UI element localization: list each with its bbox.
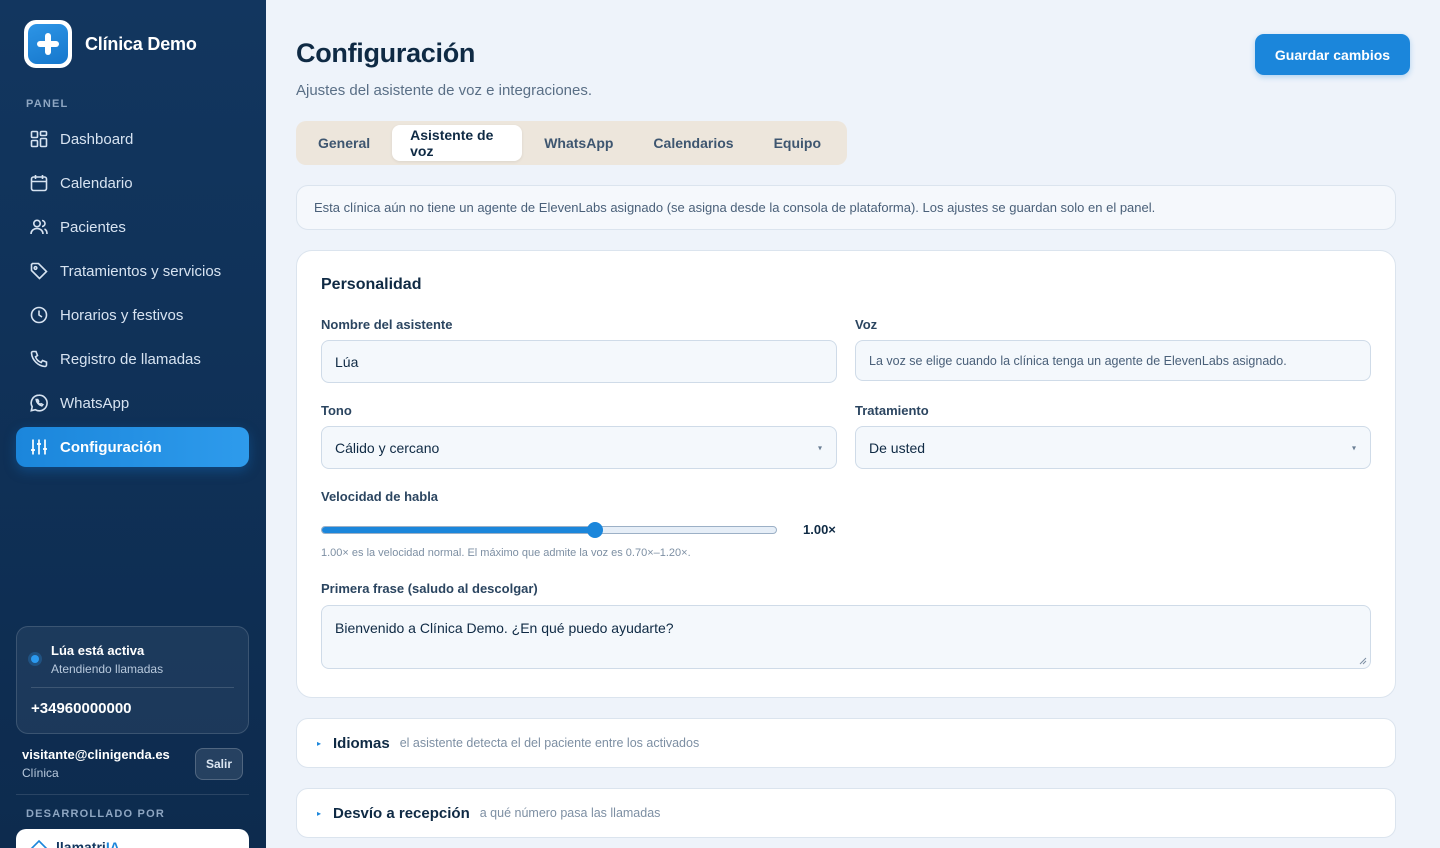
tone-select[interactable]: Cálido y cercano ▾ xyxy=(321,426,837,469)
tab-general[interactable]: General xyxy=(300,125,388,161)
treatment-select-value: De usted xyxy=(869,439,926,456)
sidebar-item-label: Calendario xyxy=(60,174,133,192)
tab-calendars[interactable]: Calendarios xyxy=(635,125,751,161)
tab-team[interactable]: Equipo xyxy=(756,125,839,161)
voice-label: Voz xyxy=(855,317,878,332)
save-button[interactable]: Guardar cambios xyxy=(1255,34,1410,75)
sidebar-item-settings[interactable]: Configuración xyxy=(16,427,249,467)
page-title: Configuración xyxy=(296,38,476,68)
whatsapp-icon xyxy=(30,394,48,412)
speech-speed-hint: 1.00× es la velocidad normal. El máximo … xyxy=(321,547,691,559)
sidebar-item-label: Dashboard xyxy=(60,130,134,148)
tone-select-value: Cálido y cercano xyxy=(335,439,440,456)
chevron-down-icon: ▾ xyxy=(1351,443,1356,452)
assistant-phone-number: +34960000000 xyxy=(31,700,132,717)
section-title: Personalidad xyxy=(321,276,422,293)
sidebar-item-call-log[interactable]: Registro de llamadas xyxy=(16,339,249,379)
tab-voice-assistant[interactable]: Asistente de voz xyxy=(392,125,523,161)
sidebar-nav: Dashboard Calendario Pacientes Tratamien… xyxy=(16,119,249,471)
caret-right-icon: ▸ xyxy=(317,808,322,818)
medical-cross-icon xyxy=(28,24,68,64)
section-title: Desvío a recepción xyxy=(333,804,470,822)
developed-by-label: DESARROLLADO POR xyxy=(26,808,165,820)
languages-section[interactable]: ▸ Idiomas el asistente detecta el del pa… xyxy=(296,718,1396,768)
nav-section-label: PANEL xyxy=(26,98,69,110)
greeting-text: Bienvenido a Clínica Demo. ¿En qué puedo… xyxy=(335,620,674,636)
clinic-name: Clínica Demo xyxy=(85,33,197,54)
dashboard-icon xyxy=(30,130,48,148)
user-email: visitante@clinigenda.es xyxy=(22,747,170,762)
divider xyxy=(16,794,249,795)
personality-card: Personalidad Nombre del asistente Lúa Vo… xyxy=(296,250,1396,698)
phone-icon xyxy=(30,350,48,368)
treatment-label: Tratamiento xyxy=(855,403,929,418)
sidebar: Clínica Demo PANEL Dashboard Calendario … xyxy=(0,0,266,848)
developer-name: llamatriIA xyxy=(56,839,120,848)
treatment-select[interactable]: De usted ▾ xyxy=(855,426,1371,469)
assistant-name-label: Nombre del asistente xyxy=(321,317,453,332)
sliders-icon xyxy=(31,439,47,455)
sidebar-item-schedules[interactable]: Horarios y festivos xyxy=(16,295,249,335)
chevron-down-icon: ▾ xyxy=(817,443,822,452)
voice-field: La voz se elige cuando la clínica tenga … xyxy=(855,340,1371,381)
speech-speed-slider[interactable] xyxy=(321,526,777,534)
section-subtitle: a qué número pasa las llamadas xyxy=(479,806,661,820)
tone-label: Tono xyxy=(321,403,352,418)
sidebar-item-dashboard[interactable]: Dashboard xyxy=(16,119,249,159)
calendar-icon xyxy=(30,175,48,192)
status-title: Lúa está activa xyxy=(51,643,145,658)
info-notice: Esta clínica aún no tiene un agente de E… xyxy=(296,185,1396,230)
sidebar-item-calendar[interactable]: Calendario xyxy=(16,163,249,203)
section-title: Idiomas xyxy=(333,734,390,752)
page-subtitle: Ajustes del asistente de voz e integraci… xyxy=(296,82,593,99)
assistant-status-card: Lúa está activa Atendiendo llamadas +349… xyxy=(16,626,249,734)
tab-whatsapp[interactable]: WhatsApp xyxy=(526,125,631,161)
users-icon xyxy=(30,219,48,235)
slider-fill xyxy=(322,527,595,533)
tag-icon xyxy=(30,262,48,280)
clock-icon xyxy=(30,306,48,324)
greeting-textarea[interactable]: Bienvenido a Clínica Demo. ¿En qué puedo… xyxy=(321,605,1371,669)
resize-handle-icon[interactable] xyxy=(1359,657,1367,665)
status-subtitle: Atendiendo llamadas xyxy=(51,662,164,676)
sidebar-item-patients[interactable]: Pacientes xyxy=(16,207,249,247)
greeting-label: Primera frase (saludo al descolgar) xyxy=(321,581,538,596)
sidebar-item-label: Horarios y festivos xyxy=(60,306,184,324)
sidebar-item-label: Tratamientos y servicios xyxy=(60,262,222,280)
status-indicator-icon xyxy=(31,655,39,663)
settings-tabs: General Asistente de voz WhatsApp Calend… xyxy=(296,121,847,165)
user-role: Clínica xyxy=(22,766,59,780)
speech-speed-value: 1.00× xyxy=(803,522,836,537)
divider xyxy=(31,687,234,688)
developer-logo-icon xyxy=(30,839,48,848)
logout-button[interactable]: Salir xyxy=(195,748,243,780)
speech-speed-label: Velocidad de habla xyxy=(321,489,439,504)
reception-transfer-section[interactable]: ▸ Desvío a recepción a qué número pasa l… xyxy=(296,788,1396,838)
sidebar-item-treatments[interactable]: Tratamientos y servicios xyxy=(16,251,249,291)
sidebar-item-whatsapp[interactable]: WhatsApp xyxy=(16,383,249,423)
brand[interactable]: Clínica Demo xyxy=(24,20,197,68)
developer-badge[interactable]: llamatriIA xyxy=(16,829,249,848)
sidebar-item-label: Registro de llamadas xyxy=(60,350,201,368)
assistant-name-input[interactable]: Lúa xyxy=(321,340,837,383)
sidebar-item-label: WhatsApp xyxy=(60,394,130,412)
slider-handle[interactable] xyxy=(586,522,603,538)
sidebar-item-label: Pacientes xyxy=(60,218,126,236)
section-subtitle: el asistente detecta el del paciente ent… xyxy=(399,736,700,750)
caret-right-icon: ▸ xyxy=(317,738,322,748)
clinic-logo xyxy=(24,20,72,68)
sidebar-item-label: Configuración xyxy=(60,438,162,456)
